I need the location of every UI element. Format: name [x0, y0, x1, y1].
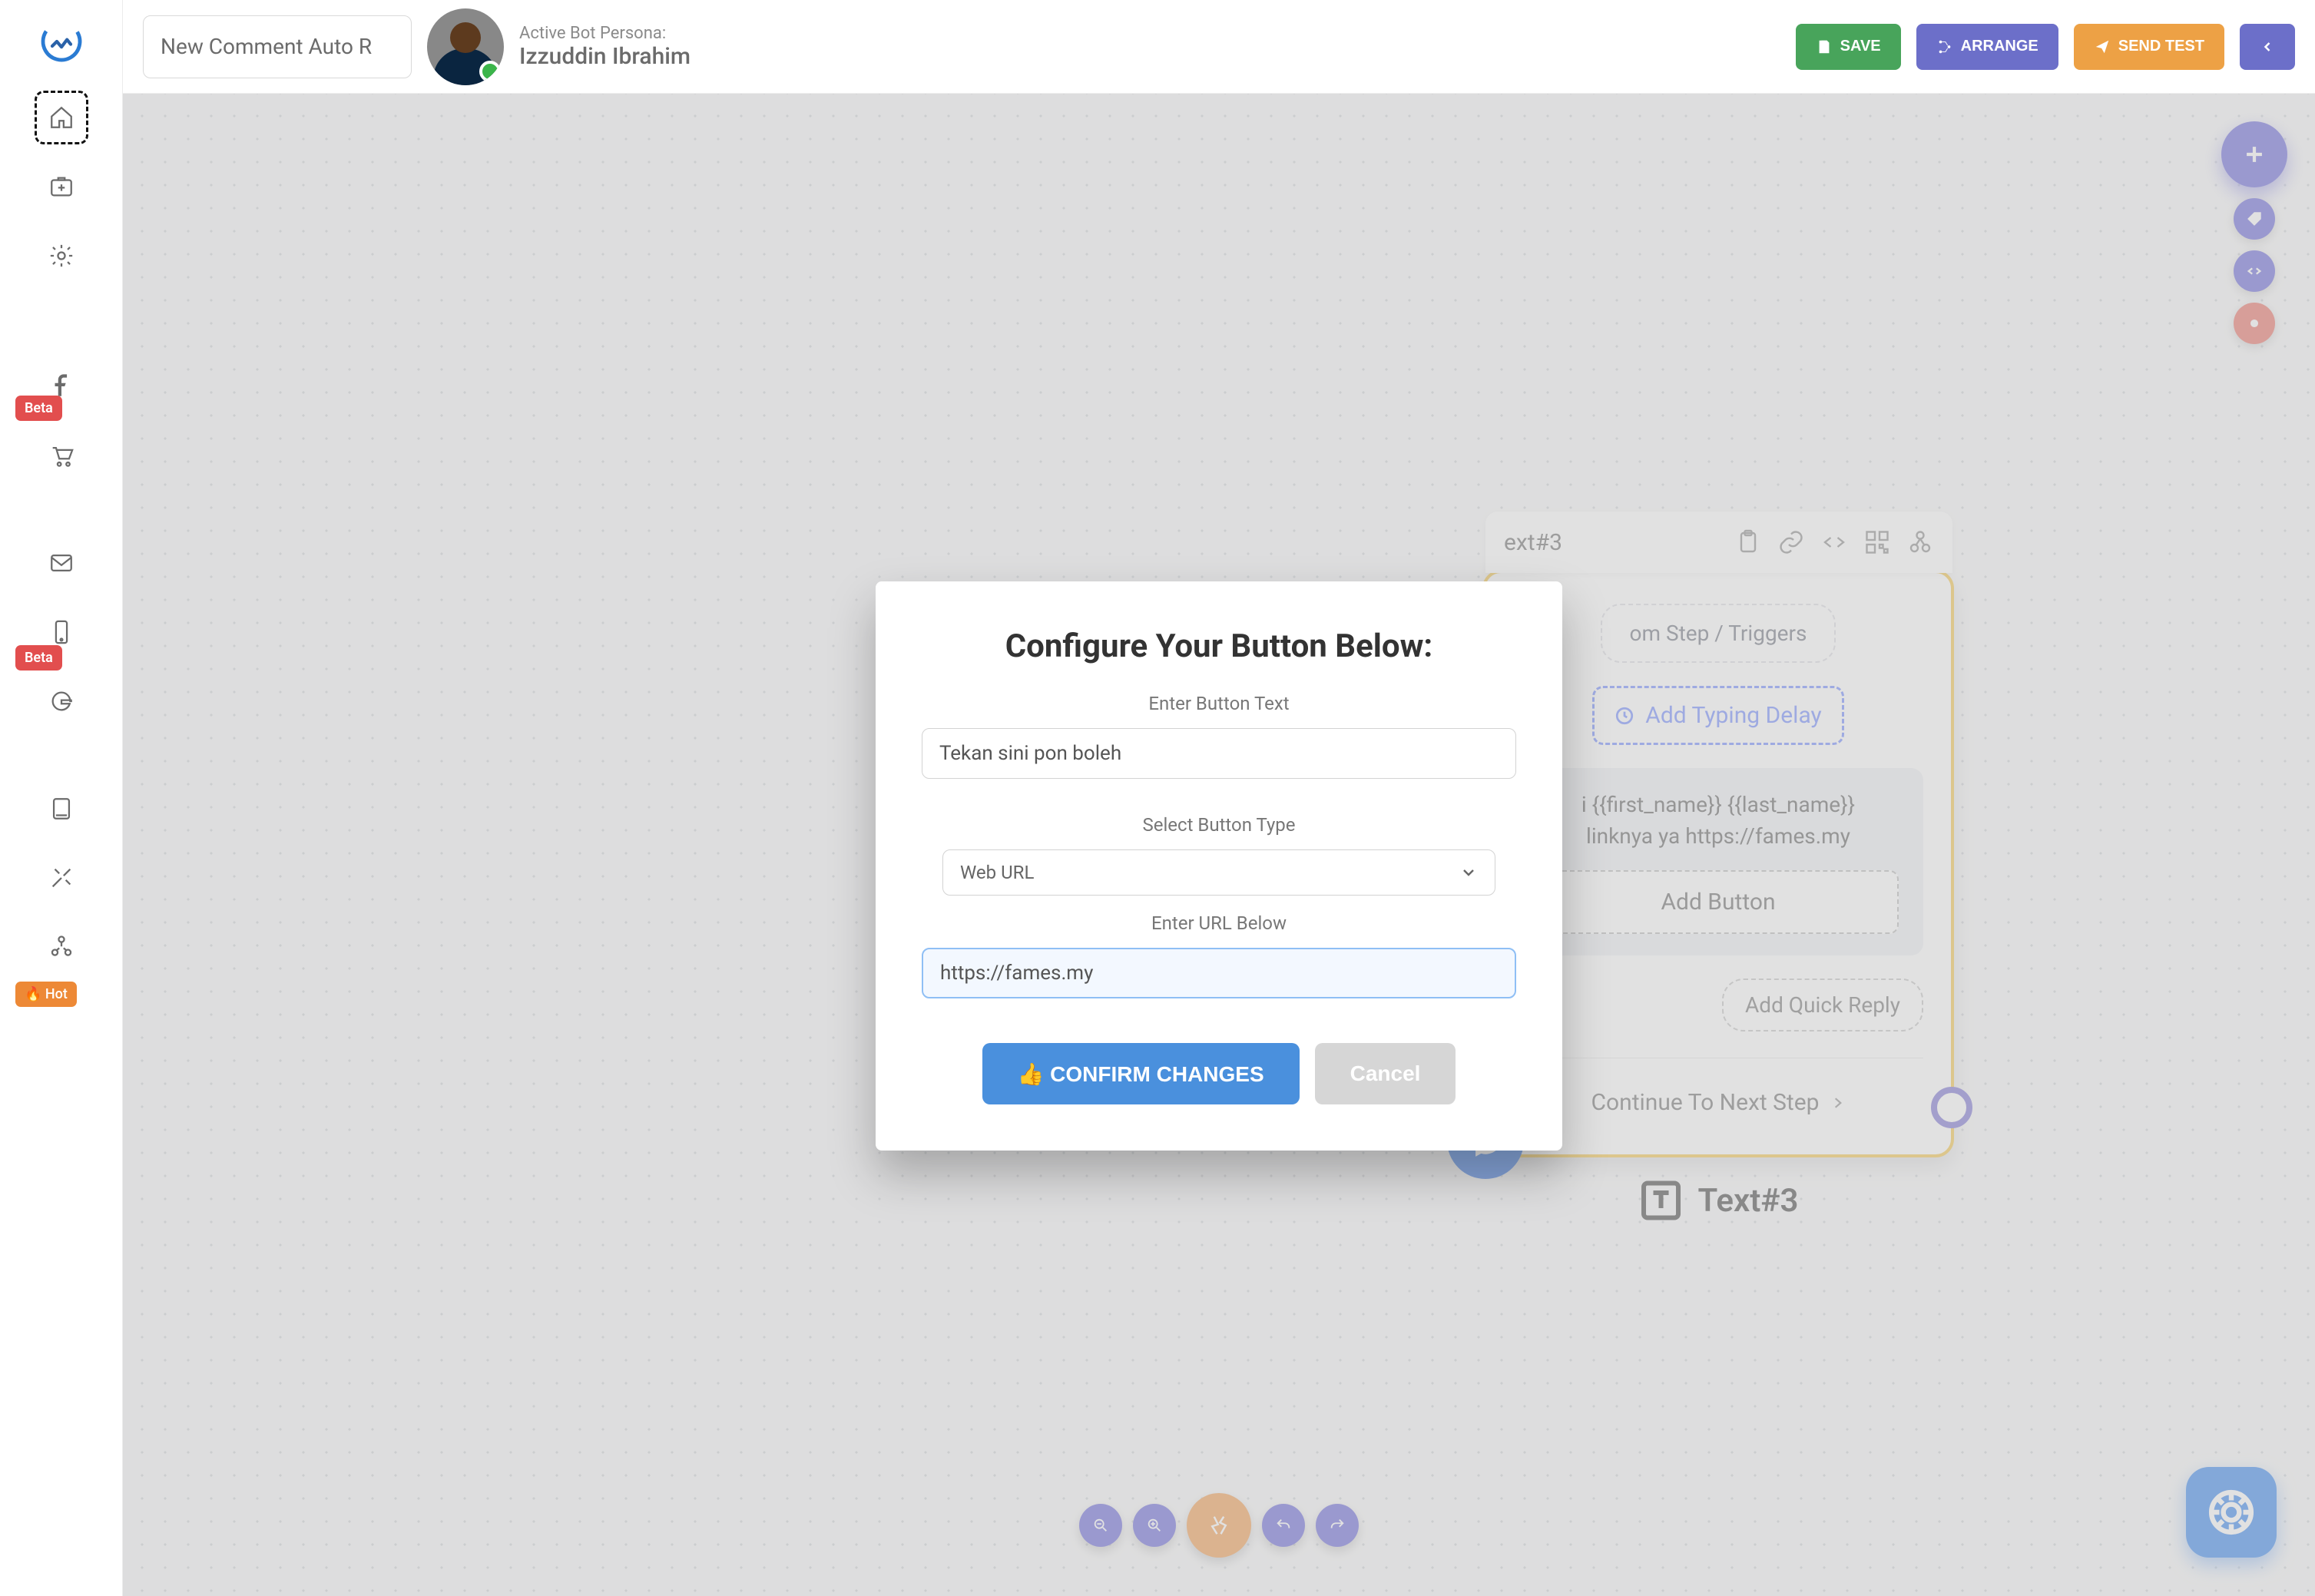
- url-label: Enter URL Below: [922, 912, 1516, 934]
- app-logo: [34, 14, 89, 69]
- sidebar-cart-icon[interactable]: [35, 429, 88, 482]
- sidebar-tools-icon[interactable]: [35, 851, 88, 905]
- flow-canvas[interactable]: ext#3 om Step / Triggers Add Typing Dela…: [123, 94, 2315, 1596]
- sidebar-email-icon[interactable]: [35, 536, 88, 590]
- chevron-down-icon: [1459, 863, 1478, 882]
- sidebar-home-icon[interactable]: [35, 91, 88, 144]
- configure-button-modal: Configure Your Button Below: Enter Butto…: [876, 581, 1562, 1151]
- button-text-input[interactable]: [922, 728, 1516, 779]
- main-area: Active Bot Persona: Izzuddin Ibrahim SAV…: [123, 0, 2315, 1596]
- button-type-value: Web URL: [960, 862, 1034, 883]
- modal-overlay[interactable]: Configure Your Button Below: Enter Butto…: [123, 94, 2315, 1596]
- persona-label: Active Bot Persona:: [519, 24, 691, 43]
- topbar: Active Bot Persona: Izzuddin Ibrahim SAV…: [123, 0, 2315, 94]
- persona-avatar[interactable]: [427, 8, 504, 85]
- arrange-button[interactable]: ARRANGE: [1916, 24, 2058, 70]
- url-input[interactable]: [922, 948, 1516, 998]
- sidebar-settings-icon[interactable]: [35, 229, 88, 283]
- send-test-label: SEND TEST: [2118, 38, 2204, 55]
- persona-name: Izzuddin Ibrahim: [519, 43, 691, 70]
- sidebar-docs-icon[interactable]: [35, 782, 88, 836]
- persona-block: Active Bot Persona: Izzuddin Ibrahim: [519, 24, 691, 70]
- cancel-button[interactable]: Cancel: [1315, 1043, 1456, 1104]
- sidebar-google-icon[interactable]: [35, 674, 88, 728]
- button-type-select[interactable]: Web URL: [942, 849, 1495, 896]
- confirm-changes-button[interactable]: 👍 CONFIRM CHANGES: [982, 1043, 1300, 1104]
- sidebar-media-icon[interactable]: [35, 160, 88, 214]
- save-button[interactable]: SAVE: [1796, 24, 1901, 70]
- left-sidebar: Beta Beta 🔥 Hot: [0, 0, 123, 1596]
- sidebar-beta-badge-2: Beta: [15, 645, 62, 671]
- sidebar-hot-badge: 🔥 Hot: [15, 982, 77, 1007]
- flow-name-input[interactable]: [143, 15, 412, 78]
- button-type-label: Select Button Type: [922, 814, 1516, 836]
- sidebar-beta-badge-1: Beta: [15, 396, 62, 421]
- sidebar-integrations-icon[interactable]: [35, 920, 88, 974]
- modal-title: Configure Your Button Below:: [922, 627, 1516, 665]
- arrange-label: ARRANGE: [1961, 38, 2038, 55]
- collapse-panel-button[interactable]: [2240, 24, 2295, 70]
- save-label: SAVE: [1840, 38, 1881, 55]
- send-test-button[interactable]: SEND TEST: [2074, 24, 2224, 70]
- button-text-label: Enter Button Text: [922, 693, 1516, 714]
